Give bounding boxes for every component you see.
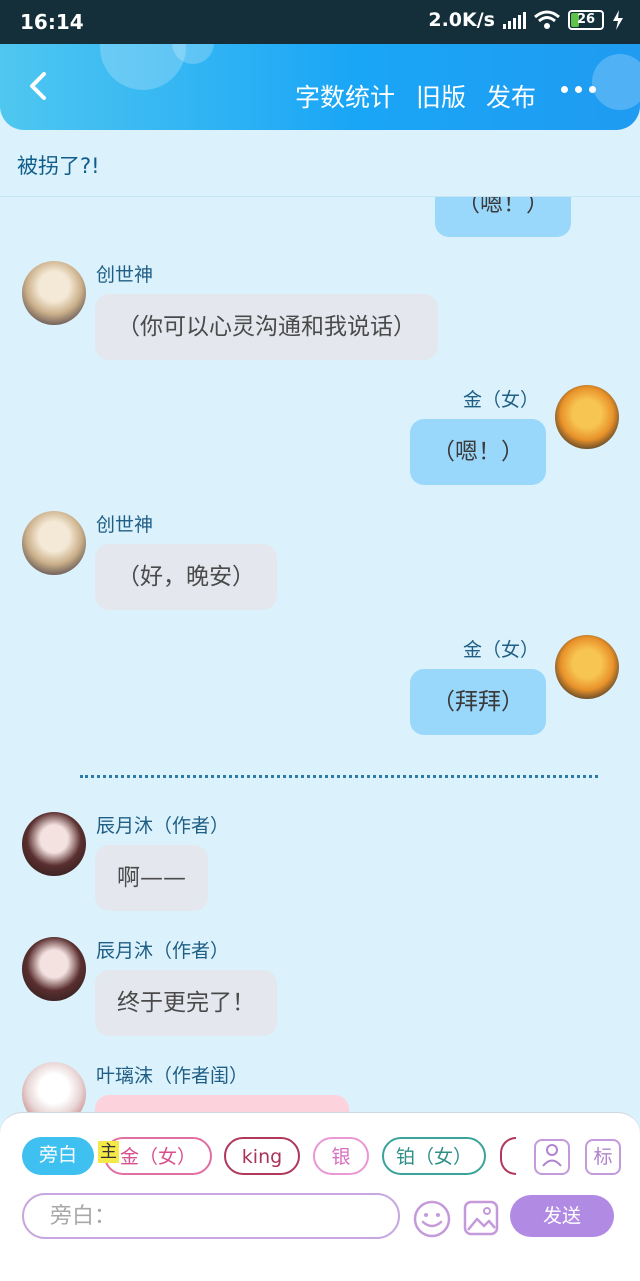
chat-list[interactable]: （嗯！） 创世神 （你可以心灵沟通和我说话） 金（女） （嗯！） 创世神 （好，… bbox=[0, 197, 640, 1113]
message-input-box[interactable] bbox=[22, 1193, 400, 1239]
avatar[interactable] bbox=[22, 1062, 86, 1113]
character-icon[interactable] bbox=[534, 1139, 570, 1175]
status-bar: 16:14 2.0K/s 26 bbox=[0, 0, 640, 44]
role-chip-overflow[interactable] bbox=[500, 1137, 516, 1175]
back-arrow-icon[interactable] bbox=[20, 66, 60, 106]
sender-name: 创世神 bbox=[96, 514, 154, 536]
avatar[interactable] bbox=[555, 635, 619, 699]
network-speed: 2.0K/s bbox=[428, 9, 495, 31]
message-bubble[interactable]: （好，晚安） bbox=[95, 544, 277, 610]
wifi-icon bbox=[534, 10, 560, 29]
message-bubble[interactable] bbox=[95, 1095, 349, 1113]
message-bubble[interactable]: （嗯！） bbox=[410, 419, 546, 485]
message-bubble[interactable]: （拜拜） bbox=[410, 669, 546, 735]
sender-name: 金（女） bbox=[462, 389, 539, 411]
status-right: 2.0K/s 26 bbox=[428, 9, 624, 31]
role-chip[interactable]: 金（女） bbox=[104, 1137, 212, 1175]
sender-name: 辰月沐（作者） bbox=[96, 815, 230, 837]
emoji-icon[interactable] bbox=[412, 1199, 452, 1239]
story-title: 被拐了?! bbox=[17, 154, 100, 178]
battery-level: 26 bbox=[576, 12, 596, 27]
more-options-icon[interactable] bbox=[561, 86, 596, 93]
message-bubble[interactable]: （嗯！） bbox=[435, 197, 571, 237]
status-time: 16:14 bbox=[20, 10, 84, 34]
role-chip[interactable]: king bbox=[224, 1137, 300, 1175]
image-icon[interactable] bbox=[462, 1199, 500, 1237]
battery-icon: 26 bbox=[568, 10, 604, 30]
sender-name: 辰月沐（作者） bbox=[96, 940, 230, 962]
old-version-button[interactable]: 旧版 bbox=[416, 78, 466, 114]
sender-name: 金（女） bbox=[462, 639, 539, 661]
avatar[interactable] bbox=[22, 937, 86, 1001]
word-count-button[interactable]: 字数统计 bbox=[295, 78, 395, 114]
charging-icon bbox=[613, 10, 623, 30]
role-chip[interactable]: 银 bbox=[313, 1137, 369, 1175]
message-input[interactable] bbox=[48, 1195, 372, 1237]
host-badge: 主 bbox=[98, 1141, 119, 1163]
avatar[interactable] bbox=[22, 511, 86, 575]
send-button[interactable]: 发送 bbox=[510, 1195, 614, 1237]
chapter-divider bbox=[80, 775, 598, 778]
decor-bubble bbox=[592, 54, 640, 110]
message-bubble[interactable]: （你可以心灵沟通和我说话） bbox=[95, 294, 438, 360]
message-bubble[interactable]: 啊—— bbox=[95, 845, 208, 911]
sender-name: 叶璃沫（作者闺） bbox=[96, 1065, 249, 1087]
top-app-bar: 字数统计 旧版 发布 bbox=[0, 44, 640, 130]
sender-name: 创世神 bbox=[96, 264, 154, 286]
signal-icon bbox=[503, 11, 526, 29]
avatar[interactable] bbox=[22, 261, 86, 325]
avatar[interactable] bbox=[22, 812, 86, 876]
composer-panel: 旁白 金（女） 主 king 银 铂（女） 标 发送 bbox=[0, 1112, 640, 1281]
role-chip[interactable]: 铂（女） bbox=[382, 1137, 486, 1175]
avatar[interactable] bbox=[555, 385, 619, 449]
role-chip-narration[interactable]: 旁白 bbox=[22, 1137, 94, 1175]
publish-button[interactable]: 发布 bbox=[486, 78, 536, 114]
tag-icon[interactable]: 标 bbox=[585, 1139, 621, 1175]
message-bubble[interactable]: 终于更完了！ bbox=[95, 970, 277, 1036]
